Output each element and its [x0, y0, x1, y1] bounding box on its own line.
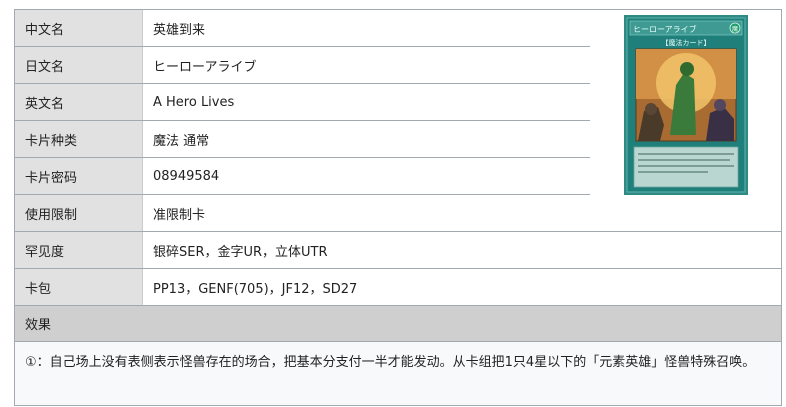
row-card-type: 卡片种类 魔法 通常 — [15, 121, 590, 158]
label-pack: 卡包 — [15, 269, 143, 305]
row-rarity: 罕见度 银碎SER，金字UR，立体UTR — [15, 232, 781, 269]
card-info-table: 中文名 英雄到来 日文名 ヒーローアライブ 英文名 A Hero Lives 卡… — [14, 9, 782, 406]
spell-attribute-icon: 魔 — [729, 22, 741, 34]
effect-heading: 效果 — [15, 306, 781, 342]
value-chinese-name: 英雄到来 — [153, 22, 206, 38]
row-pack: 卡包 PP13，GENF(705)，JF12，SD27 — [15, 269, 781, 306]
svg-text:魔: 魔 — [732, 25, 738, 33]
label-card-password: 卡片密码 — [15, 158, 143, 194]
row-limit: 使用限制 准限制卡 — [15, 195, 781, 232]
card-type-text: 【魔法カード】 — [662, 38, 711, 47]
label-card-type: 卡片种类 — [15, 121, 143, 157]
value-card-type: 魔法 通常 — [153, 133, 210, 149]
label-rarity: 罕见度 — [15, 232, 143, 268]
label-limit: 使用限制 — [15, 195, 143, 231]
row-card-password: 卡片密码 08949584 — [15, 158, 590, 195]
value-pack: PP13，GENF(705)，JF12，SD27 — [153, 281, 358, 297]
value-english-name: A Hero Lives — [153, 94, 235, 110]
row-japanese-name: 日文名 ヒーローアライブ — [15, 47, 590, 84]
label-chinese-name: 中文名 — [15, 10, 143, 46]
row-english-name: 英文名 A Hero Lives — [15, 84, 590, 121]
row-chinese-name: 中文名 英雄到来 — [15, 10, 590, 47]
card-artwork[interactable]: ヒーローアライブ 魔 【魔法カード】 — [624, 15, 748, 195]
value-card-password: 08949584 — [153, 168, 220, 184]
effect-text: ①：自己场上没有表侧表示怪兽存在的场合，把基本分支付一半才能发动。从卡组把1只4… — [15, 342, 781, 405]
value-rarity: 银碎SER，金字UR，立体UTR — [153, 244, 328, 260]
label-english-name: 英文名 — [15, 84, 143, 120]
value-limit: 准限制卡 — [153, 207, 206, 223]
card-name-text: ヒーローアライブ — [633, 24, 697, 34]
label-japanese-name: 日文名 — [15, 47, 143, 83]
value-japanese-name: ヒーローアライブ — [153, 59, 257, 75]
